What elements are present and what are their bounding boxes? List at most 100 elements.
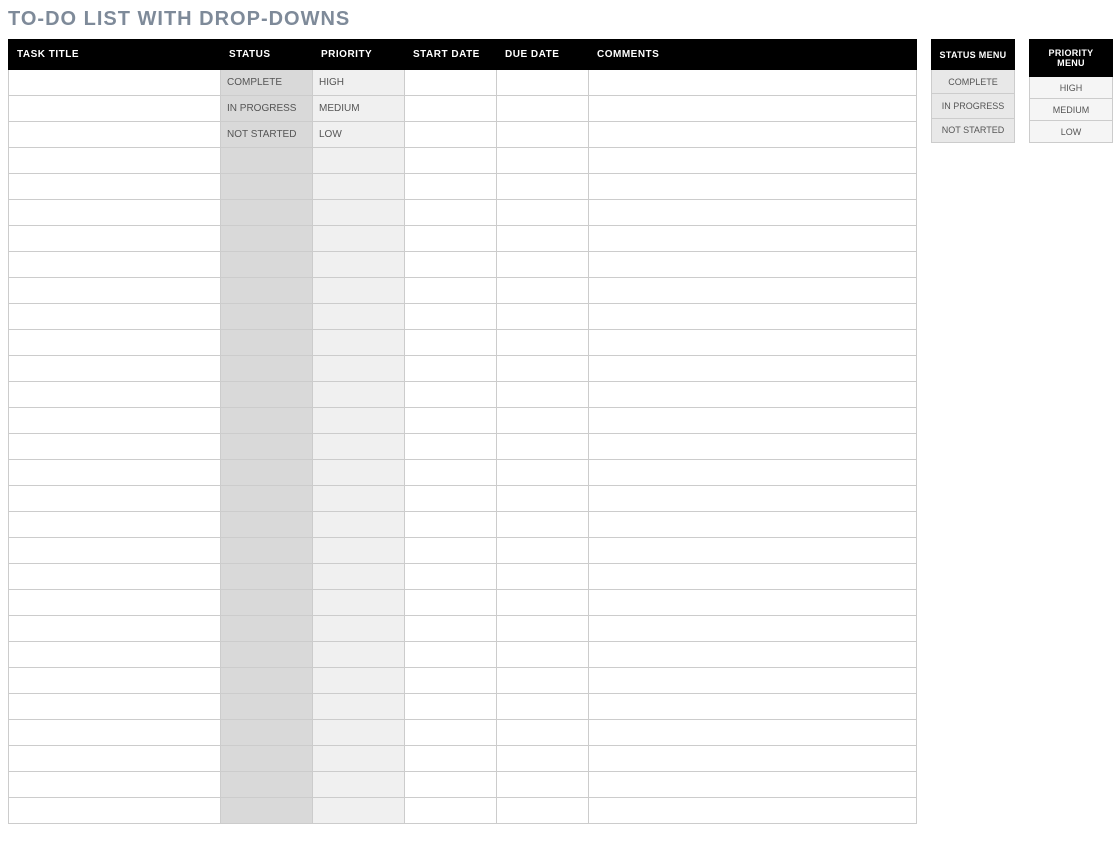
task-cell[interactable] (9, 148, 221, 174)
comments-cell[interactable] (589, 304, 917, 330)
due-date-cell[interactable] (497, 70, 589, 96)
status-cell[interactable] (221, 590, 313, 616)
status-cell[interactable] (221, 538, 313, 564)
due-date-cell[interactable] (497, 174, 589, 200)
task-cell[interactable] (9, 486, 221, 512)
status-cell[interactable] (221, 642, 313, 668)
comments-cell[interactable] (589, 252, 917, 278)
status-cell[interactable] (221, 616, 313, 642)
task-cell[interactable] (9, 772, 221, 798)
priority-cell[interactable]: LOW (313, 122, 405, 148)
start-date-cell[interactable] (405, 486, 497, 512)
priority-cell[interactable]: MEDIUM (313, 96, 405, 122)
comments-cell[interactable] (589, 122, 917, 148)
status-cell[interactable] (221, 564, 313, 590)
comments-cell[interactable] (589, 408, 917, 434)
task-cell[interactable] (9, 668, 221, 694)
due-date-cell[interactable] (497, 356, 589, 382)
due-date-cell[interactable] (497, 434, 589, 460)
status-cell[interactable] (221, 720, 313, 746)
priority-cell[interactable]: HIGH (313, 70, 405, 96)
start-date-cell[interactable] (405, 772, 497, 798)
start-date-cell[interactable] (405, 148, 497, 174)
status-cell[interactable] (221, 356, 313, 382)
priority-cell[interactable] (313, 642, 405, 668)
due-date-cell[interactable] (497, 616, 589, 642)
task-cell[interactable] (9, 278, 221, 304)
comments-cell[interactable] (589, 226, 917, 252)
priority-cell[interactable] (313, 798, 405, 824)
start-date-cell[interactable] (405, 382, 497, 408)
due-date-cell[interactable] (497, 564, 589, 590)
comments-cell[interactable] (589, 720, 917, 746)
status-cell[interactable] (221, 148, 313, 174)
due-date-cell[interactable] (497, 590, 589, 616)
due-date-cell[interactable] (497, 720, 589, 746)
status-cell[interactable] (221, 486, 313, 512)
due-date-cell[interactable] (497, 252, 589, 278)
priority-cell[interactable] (313, 434, 405, 460)
due-date-cell[interactable] (497, 642, 589, 668)
priority-cell[interactable] (313, 200, 405, 226)
status-cell[interactable] (221, 330, 313, 356)
start-date-cell[interactable] (405, 720, 497, 746)
priority-menu-item[interactable]: LOW (1030, 121, 1113, 143)
priority-cell[interactable] (313, 148, 405, 174)
task-cell[interactable] (9, 408, 221, 434)
status-menu-item[interactable]: IN PROGRESS (932, 94, 1015, 118)
status-cell[interactable] (221, 252, 313, 278)
priority-cell[interactable] (313, 278, 405, 304)
comments-cell[interactable] (589, 590, 917, 616)
due-date-cell[interactable] (497, 668, 589, 694)
status-cell[interactable]: COMPLETE (221, 70, 313, 96)
task-cell[interactable] (9, 382, 221, 408)
due-date-cell[interactable] (497, 798, 589, 824)
start-date-cell[interactable] (405, 590, 497, 616)
comments-cell[interactable] (589, 148, 917, 174)
start-date-cell[interactable] (405, 278, 497, 304)
comments-cell[interactable] (589, 174, 917, 200)
status-cell[interactable] (221, 382, 313, 408)
due-date-cell[interactable] (497, 200, 589, 226)
comments-cell[interactable] (589, 96, 917, 122)
status-cell[interactable] (221, 668, 313, 694)
due-date-cell[interactable] (497, 772, 589, 798)
due-date-cell[interactable] (497, 278, 589, 304)
task-cell[interactable] (9, 434, 221, 460)
start-date-cell[interactable] (405, 330, 497, 356)
comments-cell[interactable] (589, 772, 917, 798)
priority-menu-item[interactable]: MEDIUM (1030, 99, 1113, 121)
status-cell[interactable] (221, 200, 313, 226)
start-date-cell[interactable] (405, 460, 497, 486)
task-cell[interactable] (9, 460, 221, 486)
priority-cell[interactable] (313, 538, 405, 564)
due-date-cell[interactable] (497, 304, 589, 330)
priority-cell[interactable] (313, 668, 405, 694)
comments-cell[interactable] (589, 538, 917, 564)
status-cell[interactable] (221, 434, 313, 460)
task-cell[interactable] (9, 720, 221, 746)
due-date-cell[interactable] (497, 122, 589, 148)
start-date-cell[interactable] (405, 408, 497, 434)
comments-cell[interactable] (589, 382, 917, 408)
due-date-cell[interactable] (497, 512, 589, 538)
comments-cell[interactable] (589, 70, 917, 96)
comments-cell[interactable] (589, 330, 917, 356)
priority-cell[interactable] (313, 226, 405, 252)
status-cell[interactable]: NOT STARTED (221, 122, 313, 148)
due-date-cell[interactable] (497, 408, 589, 434)
start-date-cell[interactable] (405, 668, 497, 694)
comments-cell[interactable] (589, 460, 917, 486)
start-date-cell[interactable] (405, 512, 497, 538)
start-date-cell[interactable] (405, 798, 497, 824)
priority-cell[interactable] (313, 356, 405, 382)
start-date-cell[interactable] (405, 96, 497, 122)
start-date-cell[interactable] (405, 564, 497, 590)
start-date-cell[interactable] (405, 70, 497, 96)
task-cell[interactable] (9, 642, 221, 668)
due-date-cell[interactable] (497, 486, 589, 512)
task-cell[interactable] (9, 616, 221, 642)
priority-menu-item[interactable]: HIGH (1030, 77, 1113, 99)
comments-cell[interactable] (589, 486, 917, 512)
priority-cell[interactable] (313, 616, 405, 642)
